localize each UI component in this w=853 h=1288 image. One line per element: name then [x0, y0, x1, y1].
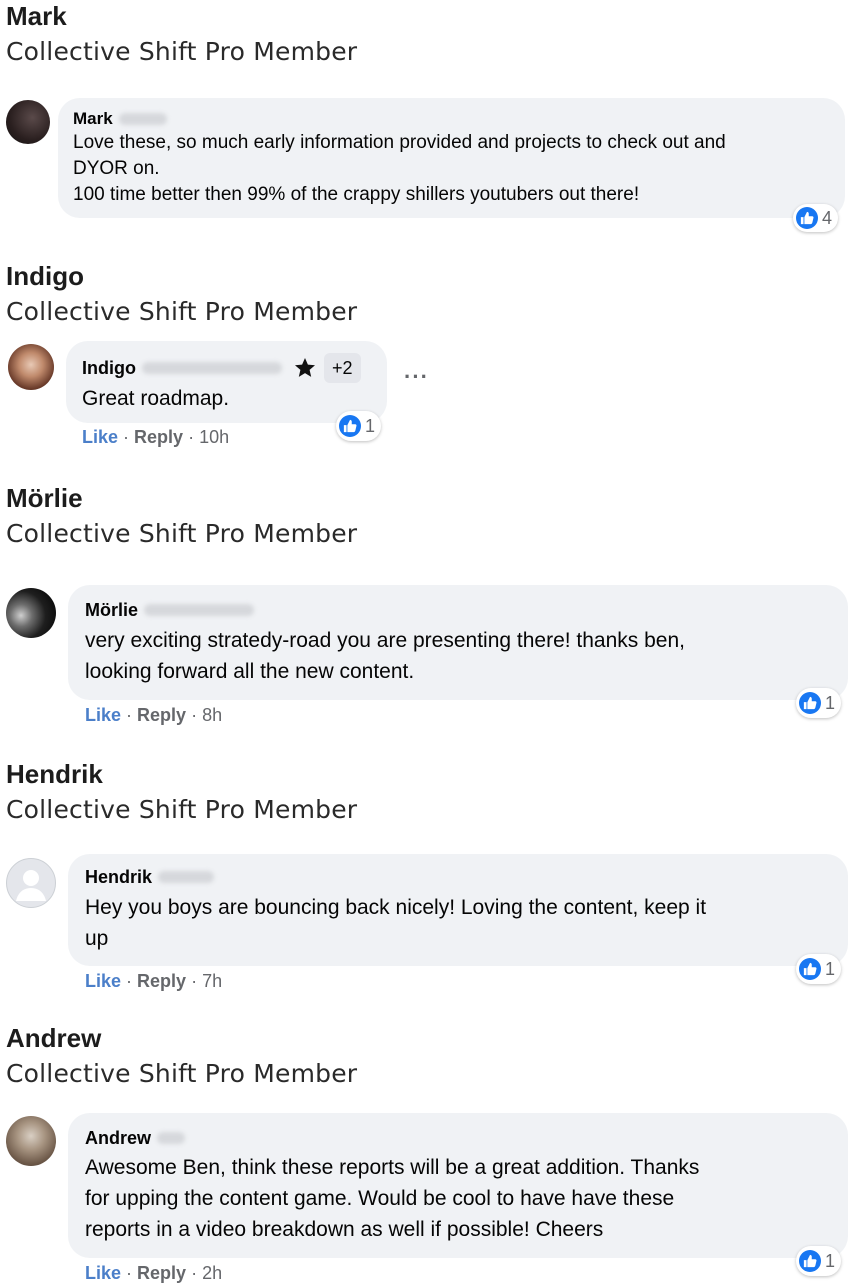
thumbs-up-icon	[799, 692, 821, 714]
reply-link[interactable]: Reply	[137, 971, 186, 991]
reaction-count[interactable]: 1	[796, 688, 842, 718]
timestamp[interactable]: 8h	[202, 705, 222, 725]
like-link[interactable]: Like	[85, 705, 121, 725]
redacted-surname	[144, 604, 255, 616]
timestamp[interactable]: 7h	[202, 971, 222, 991]
separator: ·	[123, 427, 135, 447]
member-name-heading: Mark	[6, 1, 67, 31]
avatar[interactable]	[6, 100, 50, 144]
comment-block-indigo: Indigo Collective Shift Pro Member Indig…	[0, 260, 853, 460]
comment-block-mark: Mark Collective Shift Pro Member Mark Lo…	[0, 0, 853, 250]
author-name: Mark	[73, 109, 113, 128]
timestamp[interactable]: 2h	[202, 1263, 222, 1283]
reaction-count[interactable]: 1	[796, 1246, 842, 1276]
redacted-surname	[141, 362, 282, 374]
comment-block-hendrik: Hendrik Collective Shift Pro Member Hend…	[0, 758, 853, 1008]
separator: ·	[126, 705, 138, 725]
avatar[interactable]	[6, 1116, 56, 1166]
member-role-label: Collective Shift Pro Member	[6, 37, 358, 66]
redacted-surname	[118, 113, 167, 125]
avatar[interactable]	[8, 344, 54, 390]
comment-line: 100 time better then 99% of the crappy s…	[73, 184, 640, 205]
separator: ·	[191, 1263, 203, 1283]
reaction-number: 1	[825, 958, 836, 979]
member-role-label: Collective Shift Pro Member	[6, 1059, 358, 1088]
comment-line: for upping the content game. Would be co…	[85, 1187, 675, 1210]
avatar[interactable]	[6, 588, 56, 638]
comment-line: up	[85, 927, 109, 950]
timestamp[interactable]: 10h	[199, 427, 229, 447]
reaction-number: 1	[825, 692, 836, 713]
thumbs-up-icon	[799, 1250, 821, 1272]
like-link[interactable]: Like	[85, 971, 121, 991]
comment-line: DYOR on.	[73, 158, 160, 179]
comment-line: very exciting stratedy-road you are pres…	[85, 629, 685, 652]
reply-link[interactable]: Reply	[137, 705, 186, 725]
separator: ·	[191, 705, 203, 725]
member-name-heading: Andrew	[6, 1023, 102, 1053]
comment-author[interactable]: Hendrik	[85, 866, 215, 888]
comment-bubble: Andrew Awesome Ben, think these reports …	[68, 1113, 848, 1258]
comment-author[interactable]: Indigo +2	[82, 353, 361, 383]
author-name: Indigo	[82, 358, 136, 378]
comment-bubble: Hendrik Hey you boys are bouncing back n…	[68, 854, 848, 966]
comment-line: Hey you boys are bouncing back nicely! L…	[85, 896, 707, 919]
member-role-label: Collective Shift Pro Member	[6, 795, 358, 824]
comment-block-morlie: Mörlie Collective Shift Pro Member Mörli…	[0, 482, 853, 732]
thumbs-up-icon	[796, 207, 818, 229]
author-name: Mörlie	[85, 600, 139, 620]
comment-line: looking forward all the new content.	[85, 660, 415, 683]
comment-bubble: Indigo +2 Great roadmap.	[66, 341, 387, 423]
comment-line: Awesome Ben, think these reports will be…	[85, 1156, 700, 1179]
reply-link[interactable]: Reply	[137, 1263, 186, 1283]
comment-line: Great roadmap.	[82, 387, 230, 410]
redacted-surname	[157, 1132, 186, 1144]
comment-bubble: Mark Love these, so much early informati…	[58, 98, 845, 218]
comment-actions: Like · Reply · 7h	[85, 970, 222, 992]
comment-bubble: Mörlie very exciting stratedy-road you a…	[68, 585, 848, 700]
like-link[interactable]: Like	[82, 427, 118, 447]
member-name-heading: Hendrik	[6, 759, 103, 789]
separator: ·	[188, 427, 200, 447]
comment-line: reports in a video breakdown as well if …	[85, 1218, 604, 1241]
comment-block-andrew: Andrew Collective Shift Pro Member Andre…	[0, 1022, 853, 1288]
reaction-number: 1	[365, 415, 376, 436]
author-name: Hendrik	[85, 867, 153, 887]
author-name: Andrew	[85, 1128, 152, 1148]
reply-link[interactable]: Reply	[134, 427, 183, 447]
comment-actions: Like · Reply · 10h	[82, 426, 229, 448]
member-name-heading: Mörlie	[6, 483, 83, 513]
reaction-number: 1	[825, 1250, 836, 1271]
member-name-heading: Indigo	[6, 261, 84, 291]
comment-line: Love these, so much early information pr…	[73, 132, 726, 153]
badge-extra-count[interactable]: +2	[323, 353, 361, 383]
star-icon[interactable]	[290, 353, 320, 383]
reaction-count[interactable]: 4	[793, 204, 839, 232]
avatar-placeholder-icon[interactable]	[6, 858, 56, 908]
reaction-count[interactable]: 1	[796, 954, 842, 984]
comment-actions: Like · Reply · 8h	[85, 704, 222, 726]
redacted-surname	[158, 871, 215, 883]
comment-author[interactable]: Andrew	[85, 1127, 186, 1149]
more-icon[interactable]: ···	[404, 364, 429, 390]
like-link[interactable]: Like	[85, 1263, 121, 1283]
separator: ·	[126, 1263, 138, 1283]
comment-actions: Like · Reply · 2h	[85, 1262, 222, 1284]
separator: ·	[126, 971, 138, 991]
thumbs-up-icon	[339, 415, 361, 437]
comment-author[interactable]: Mörlie	[85, 599, 255, 621]
member-role-label: Collective Shift Pro Member	[6, 297, 358, 326]
thumbs-up-icon	[799, 958, 821, 980]
comment-author[interactable]: Mark	[73, 108, 167, 130]
separator: ·	[191, 971, 203, 991]
member-role-label: Collective Shift Pro Member	[6, 519, 358, 548]
reaction-count[interactable]: 1	[336, 411, 382, 441]
reaction-number: 4	[822, 207, 833, 228]
